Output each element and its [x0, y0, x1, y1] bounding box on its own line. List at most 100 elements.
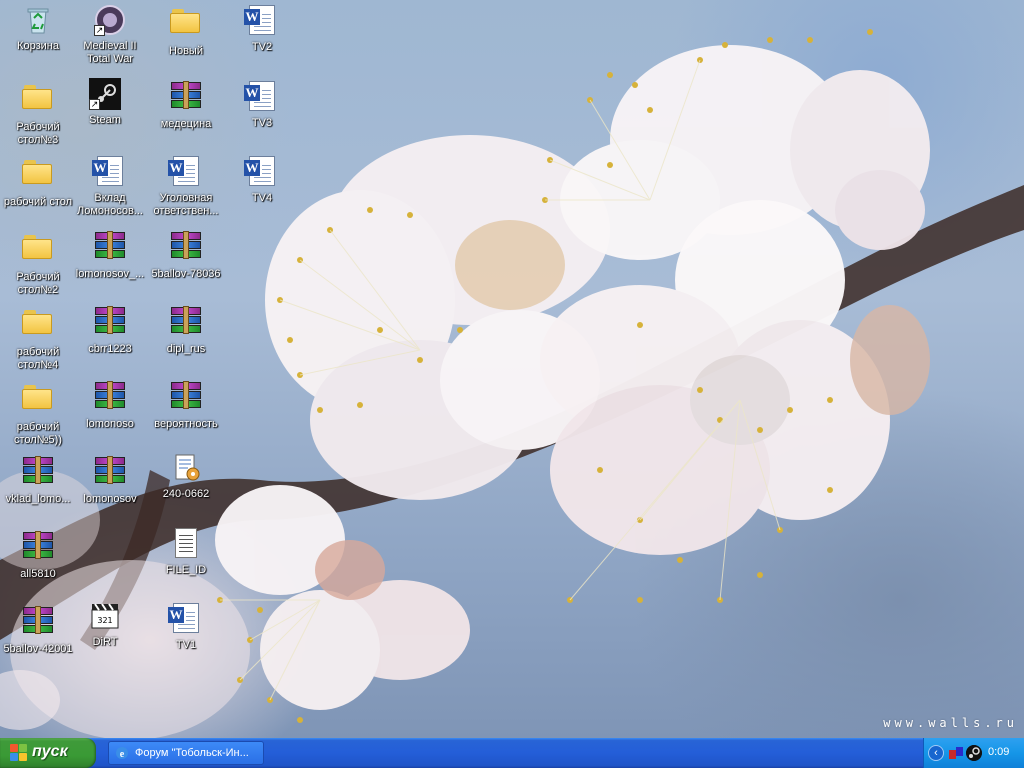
- folder-icon: [22, 85, 54, 117]
- desktop-icon-medieval-shortcut[interactable]: ↗ Medieval II Total War: [72, 4, 148, 66]
- desktop-icon-label: lomonosov_...: [75, 268, 145, 280]
- medieval-game-icon: ↗: [94, 4, 126, 36]
- winrar-archive-icon: [22, 606, 54, 639]
- desktop-icon-label: 240-0662: [162, 488, 210, 500]
- folder-icon: [22, 310, 54, 342]
- word-document-icon: W: [168, 603, 202, 635]
- internet-explorer-icon: e: [116, 747, 128, 760]
- desktop-icon-folder[interactable]: рабочий стол: [0, 155, 76, 209]
- recycle-bin-icon: [22, 4, 54, 36]
- desktop-icon-folder[interactable]: рабочий стол№4: [0, 305, 76, 372]
- winrar-archive-icon: [170, 306, 202, 339]
- desktop-icon-folder[interactable]: Рабочий стол№2: [0, 230, 76, 297]
- taskbar-window-title: Форум "Тобольск-Ин...: [135, 747, 249, 759]
- system-tray: ‹ 0:09: [923, 738, 1024, 768]
- svg-text:e: e: [120, 749, 125, 760]
- desktop-icon-dirt-shortcut[interactable]: 321 DiRT: [67, 600, 143, 649]
- steam-tray-icon[interactable]: [966, 745, 982, 761]
- desktop-icon-label: вероятность: [154, 418, 218, 430]
- steam-icon: ↗: [89, 78, 121, 110]
- folder-icon: [170, 9, 202, 41]
- setup-file-icon: [170, 452, 202, 484]
- desktop-icon-label: Новый: [169, 45, 203, 57]
- desktop-icon-word-doc[interactable]: W TV4: [224, 155, 300, 205]
- desktop-icon-archive[interactable]: 5ballov-78036: [148, 230, 224, 281]
- desktop-icon-setup[interactable]: 240-0662: [148, 452, 224, 501]
- folder-icon: [22, 385, 54, 417]
- start-button[interactable]: пуск: [0, 738, 96, 768]
- desktop-icon-label: cbrr1223: [88, 343, 132, 355]
- desktop-icon-label: Вклад Ломоносов...: [77, 192, 143, 217]
- chevron-left-icon[interactable]: ‹: [928, 745, 944, 761]
- desktop-icon-folder[interactable]: Новый: [148, 4, 224, 58]
- clapperboard-icon: 321: [89, 600, 121, 632]
- desktop-icon-word-doc[interactable]: W Уголовная ответствен...: [148, 155, 224, 218]
- winrar-archive-icon: [170, 231, 202, 264]
- desktop-icon-label: TV1: [175, 639, 197, 651]
- desktop-icon-label: Steam: [89, 114, 121, 126]
- desktop-icon-text-file[interactable]: FILE_ID: [148, 527, 224, 577]
- desktop-icon-label: Уголовная ответствен...: [153, 192, 219, 217]
- desktop-icon-word-doc[interactable]: W TV1: [148, 602, 224, 652]
- winrar-archive-icon: [94, 231, 126, 264]
- desktop-icon-word-doc[interactable]: W TV2: [224, 4, 300, 54]
- desktop-icon-word-doc[interactable]: W TV3: [224, 80, 300, 130]
- desktop-icon-label: TV3: [251, 117, 273, 129]
- desktop-icon-archive[interactable]: 5ballov-42001: [0, 605, 76, 656]
- windows-logo-icon: [10, 744, 28, 762]
- svg-text:321: 321: [97, 616, 112, 625]
- desktop-icon-label: vklad_lomo...: [5, 493, 71, 505]
- desktop-icon-label: Корзина: [17, 40, 59, 52]
- desktop-icon-recycle-bin[interactable]: Корзина: [0, 4, 76, 53]
- start-button-label: пуск: [32, 743, 68, 760]
- desktop-icon-archive[interactable]: dipl_rus: [148, 305, 224, 356]
- desktop-icon-word-doc[interactable]: W Вклад Ломоносов...: [72, 155, 148, 218]
- winrar-archive-icon: [170, 81, 202, 114]
- shortcut-arrow-icon: ↗: [89, 99, 100, 110]
- desktop-icon-label: all5810: [20, 568, 56, 580]
- desktop-icon-archive[interactable]: lomonosov: [72, 455, 148, 506]
- desktop-icon-archive[interactable]: all5810: [0, 530, 76, 581]
- word-document-icon: W: [92, 156, 126, 188]
- desktop-icon-archive[interactable]: lomonosov_...: [72, 230, 148, 281]
- desktop-icon-archive[interactable]: медецина: [148, 80, 224, 131]
- desktop-icon-label: Рабочий стол№2: [16, 271, 60, 296]
- desktop-icon-folder[interactable]: рабочий стол№5)): [0, 380, 76, 447]
- desktop-icon-label: dipl_rus: [166, 343, 206, 355]
- system-clock[interactable]: 0:09: [988, 746, 1009, 758]
- desktop-icon-label: lomonosov: [83, 493, 137, 505]
- word-document-icon: W: [244, 5, 278, 37]
- desktop-icon-label: 5ballov-78036: [151, 268, 221, 280]
- desktop-icon-folder[interactable]: Рабочий стол№3: [0, 80, 76, 147]
- word-document-icon: W: [244, 156, 278, 188]
- winrar-archive-icon: [94, 381, 126, 414]
- desktop-icon-label: TV2: [251, 41, 273, 53]
- text-file-icon: [170, 528, 202, 560]
- desktop-icon-label: медецина: [160, 118, 212, 130]
- taskbar-window-button[interactable]: e Форум "Тобольск-Ин...: [108, 741, 264, 765]
- winrar-archive-icon: [170, 381, 202, 414]
- desktop-icon-label: Medieval II Total War: [83, 40, 137, 65]
- network-tray-icon[interactable]: [948, 745, 964, 761]
- wallpaper-watermark: www.walls.ru: [883, 716, 1018, 730]
- desktop-icon-label: 5ballov-42001: [3, 643, 73, 655]
- winrar-archive-icon: [94, 306, 126, 339]
- desktop-icon-label: рабочий стол№4: [16, 346, 60, 371]
- word-document-icon: W: [244, 81, 278, 113]
- desktop-icon-label: рабочий стол: [3, 196, 73, 208]
- winrar-archive-icon: [22, 531, 54, 564]
- desktop-icon-label: lomonoso: [86, 418, 134, 430]
- desktop-icon-archive[interactable]: vklad_lomo...: [0, 455, 76, 506]
- desktop-icon-steam[interactable]: ↗ Steam: [67, 78, 143, 127]
- taskbar: пуск e Форум "Тобольск-Ин... ‹ 0:09: [0, 738, 1024, 768]
- desktop-icon-label: рабочий стол№5)): [14, 421, 62, 446]
- desktop-icon-label: TV4: [251, 192, 273, 204]
- word-document-icon: W: [168, 156, 202, 188]
- winrar-archive-icon: [22, 456, 54, 489]
- desktop-icon-archive[interactable]: cbrr1223: [72, 305, 148, 356]
- desktop-icon-label: Рабочий стол№3: [16, 121, 60, 146]
- desktop-icon-archive[interactable]: вероятность: [148, 380, 224, 431]
- desktop-icon-label: DiRT: [92, 636, 118, 648]
- desktop-icon-archive[interactable]: lomonoso: [72, 380, 148, 431]
- folder-icon: [22, 160, 54, 192]
